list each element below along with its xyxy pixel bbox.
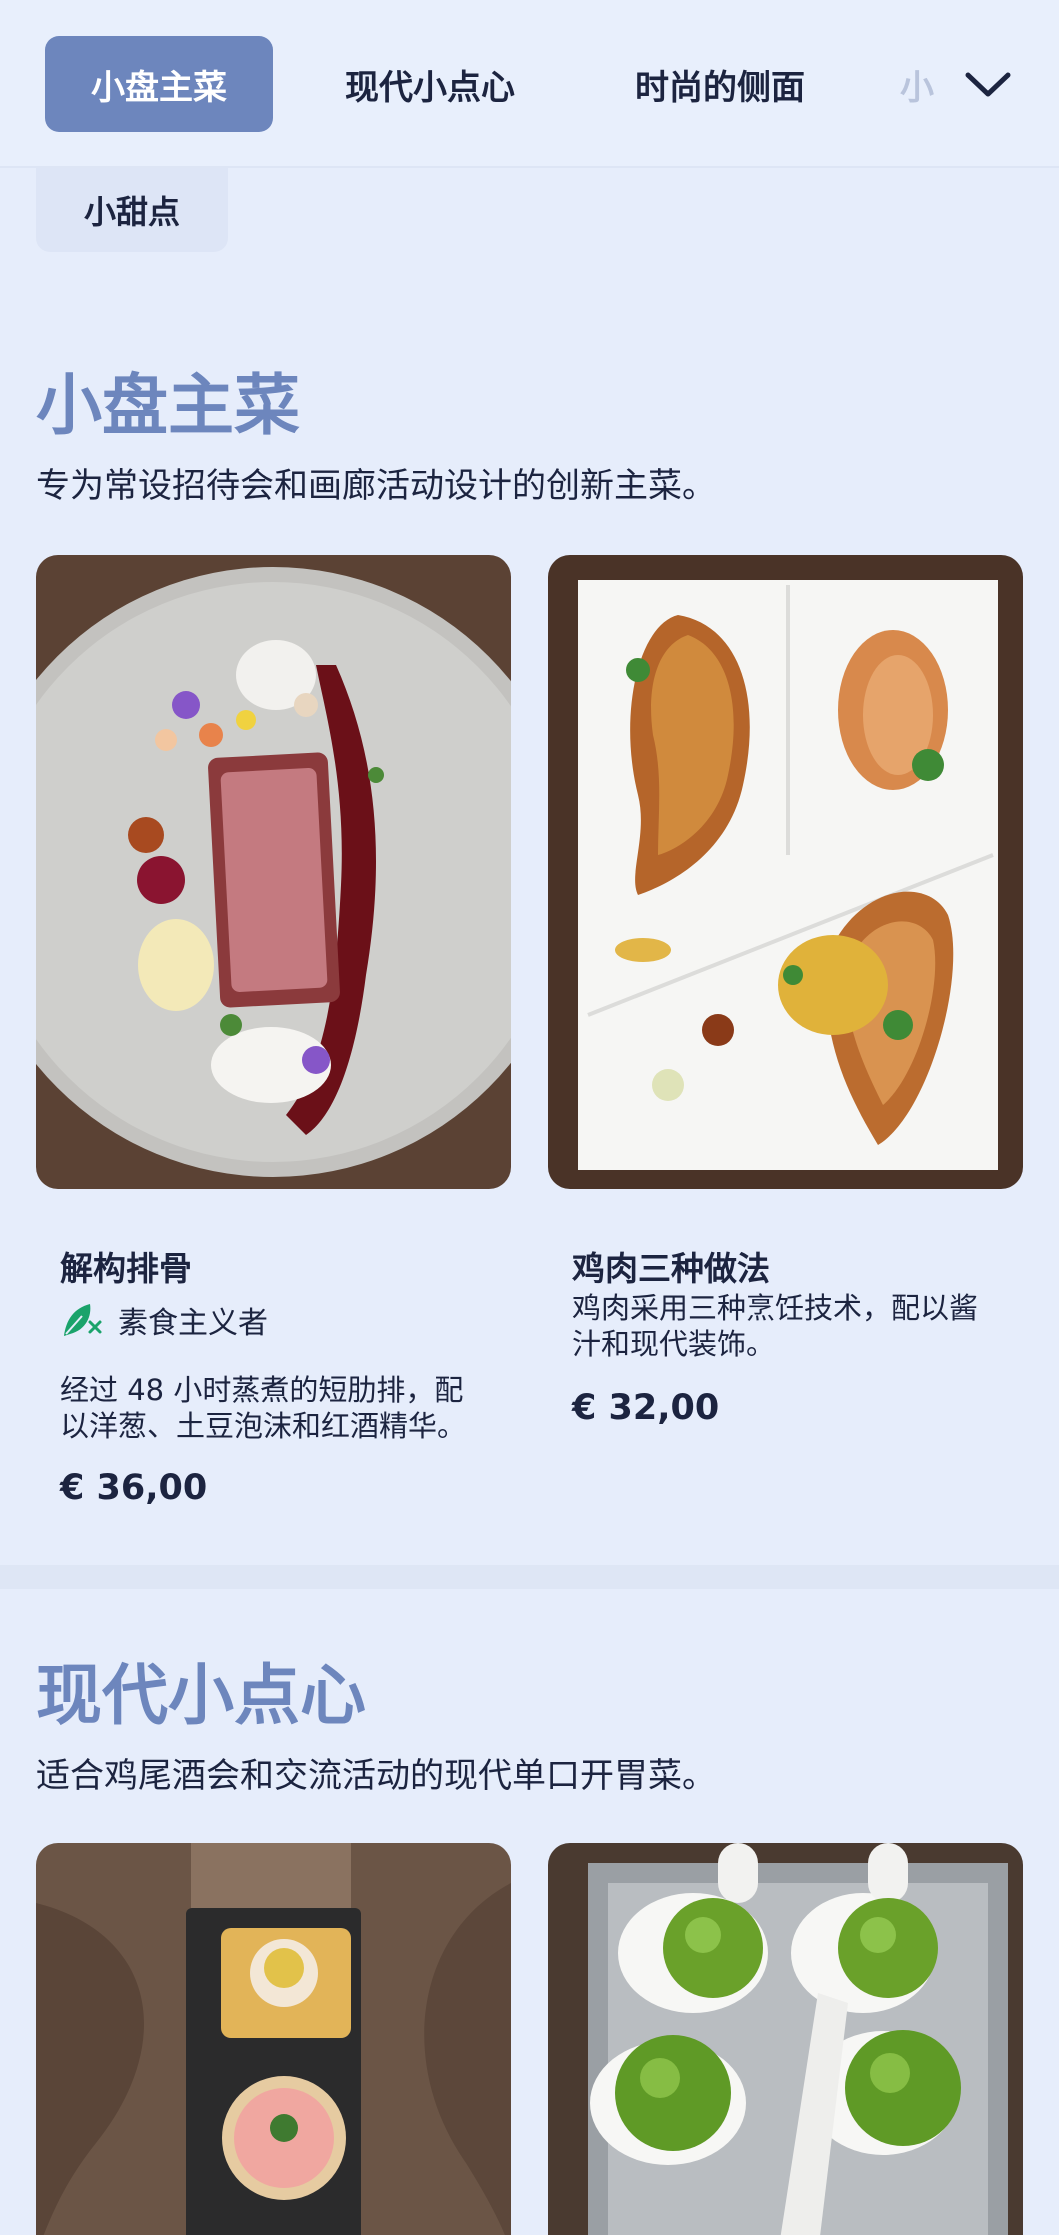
dish-image-deconstructed-rib[interactable] [36, 555, 511, 1189]
section-title-small-plates: 小盘主菜 [36, 367, 300, 444]
dish-description: 经过 48 小时蒸煮的短肋排，配以洋葱、土豆泡沫和红酒精华。 [60, 1373, 467, 1443]
section-description: 专为常设招待会和画廊活动设计的创新主菜。 [36, 466, 716, 506]
dietary-tag: 素食主义者 [60, 1298, 268, 1342]
dish-image-chicken-three-ways[interactable] [548, 555, 1023, 1189]
dish-price: € 32,00 [572, 1388, 720, 1428]
dietary-tag-label: 素食主义者 [118, 1306, 268, 1341]
dish-name[interactable]: 鸡肉三种做法 [572, 1242, 770, 1290]
section-divider [0, 1565, 1059, 1589]
dish-name[interactable]: 解构排骨 [60, 1242, 192, 1290]
section-title-modern-snacks: 现代小点心 [36, 1657, 366, 1734]
section-description: 适合鸡尾酒会和交流活动的现代单口开胃菜。 [36, 1756, 716, 1796]
dish-description: 鸡肉采用三种烹饪技术，配以酱汁和现代装饰。 [572, 1291, 979, 1361]
tab-small-plates[interactable]: 小盘主菜 [45, 36, 273, 132]
dish-image-snack-board[interactable] [36, 1843, 511, 2235]
vegetarian-leaf-icon [64, 1304, 102, 1336]
tab-small-desserts[interactable]: 小甜点 [36, 168, 228, 252]
chevron-down-icon[interactable] [958, 55, 1018, 115]
dish-image-spoon-spheres[interactable] [548, 1843, 1023, 2235]
category-nav: 小盘主菜 现代小点心 时尚的侧面 小 [0, 0, 1059, 168]
tab-modern-snacks[interactable]: 现代小点心 [300, 36, 560, 132]
tab-stylish-sides[interactable]: 时尚的侧面 [590, 36, 850, 132]
dish-price: € 36,00 [60, 1468, 208, 1508]
